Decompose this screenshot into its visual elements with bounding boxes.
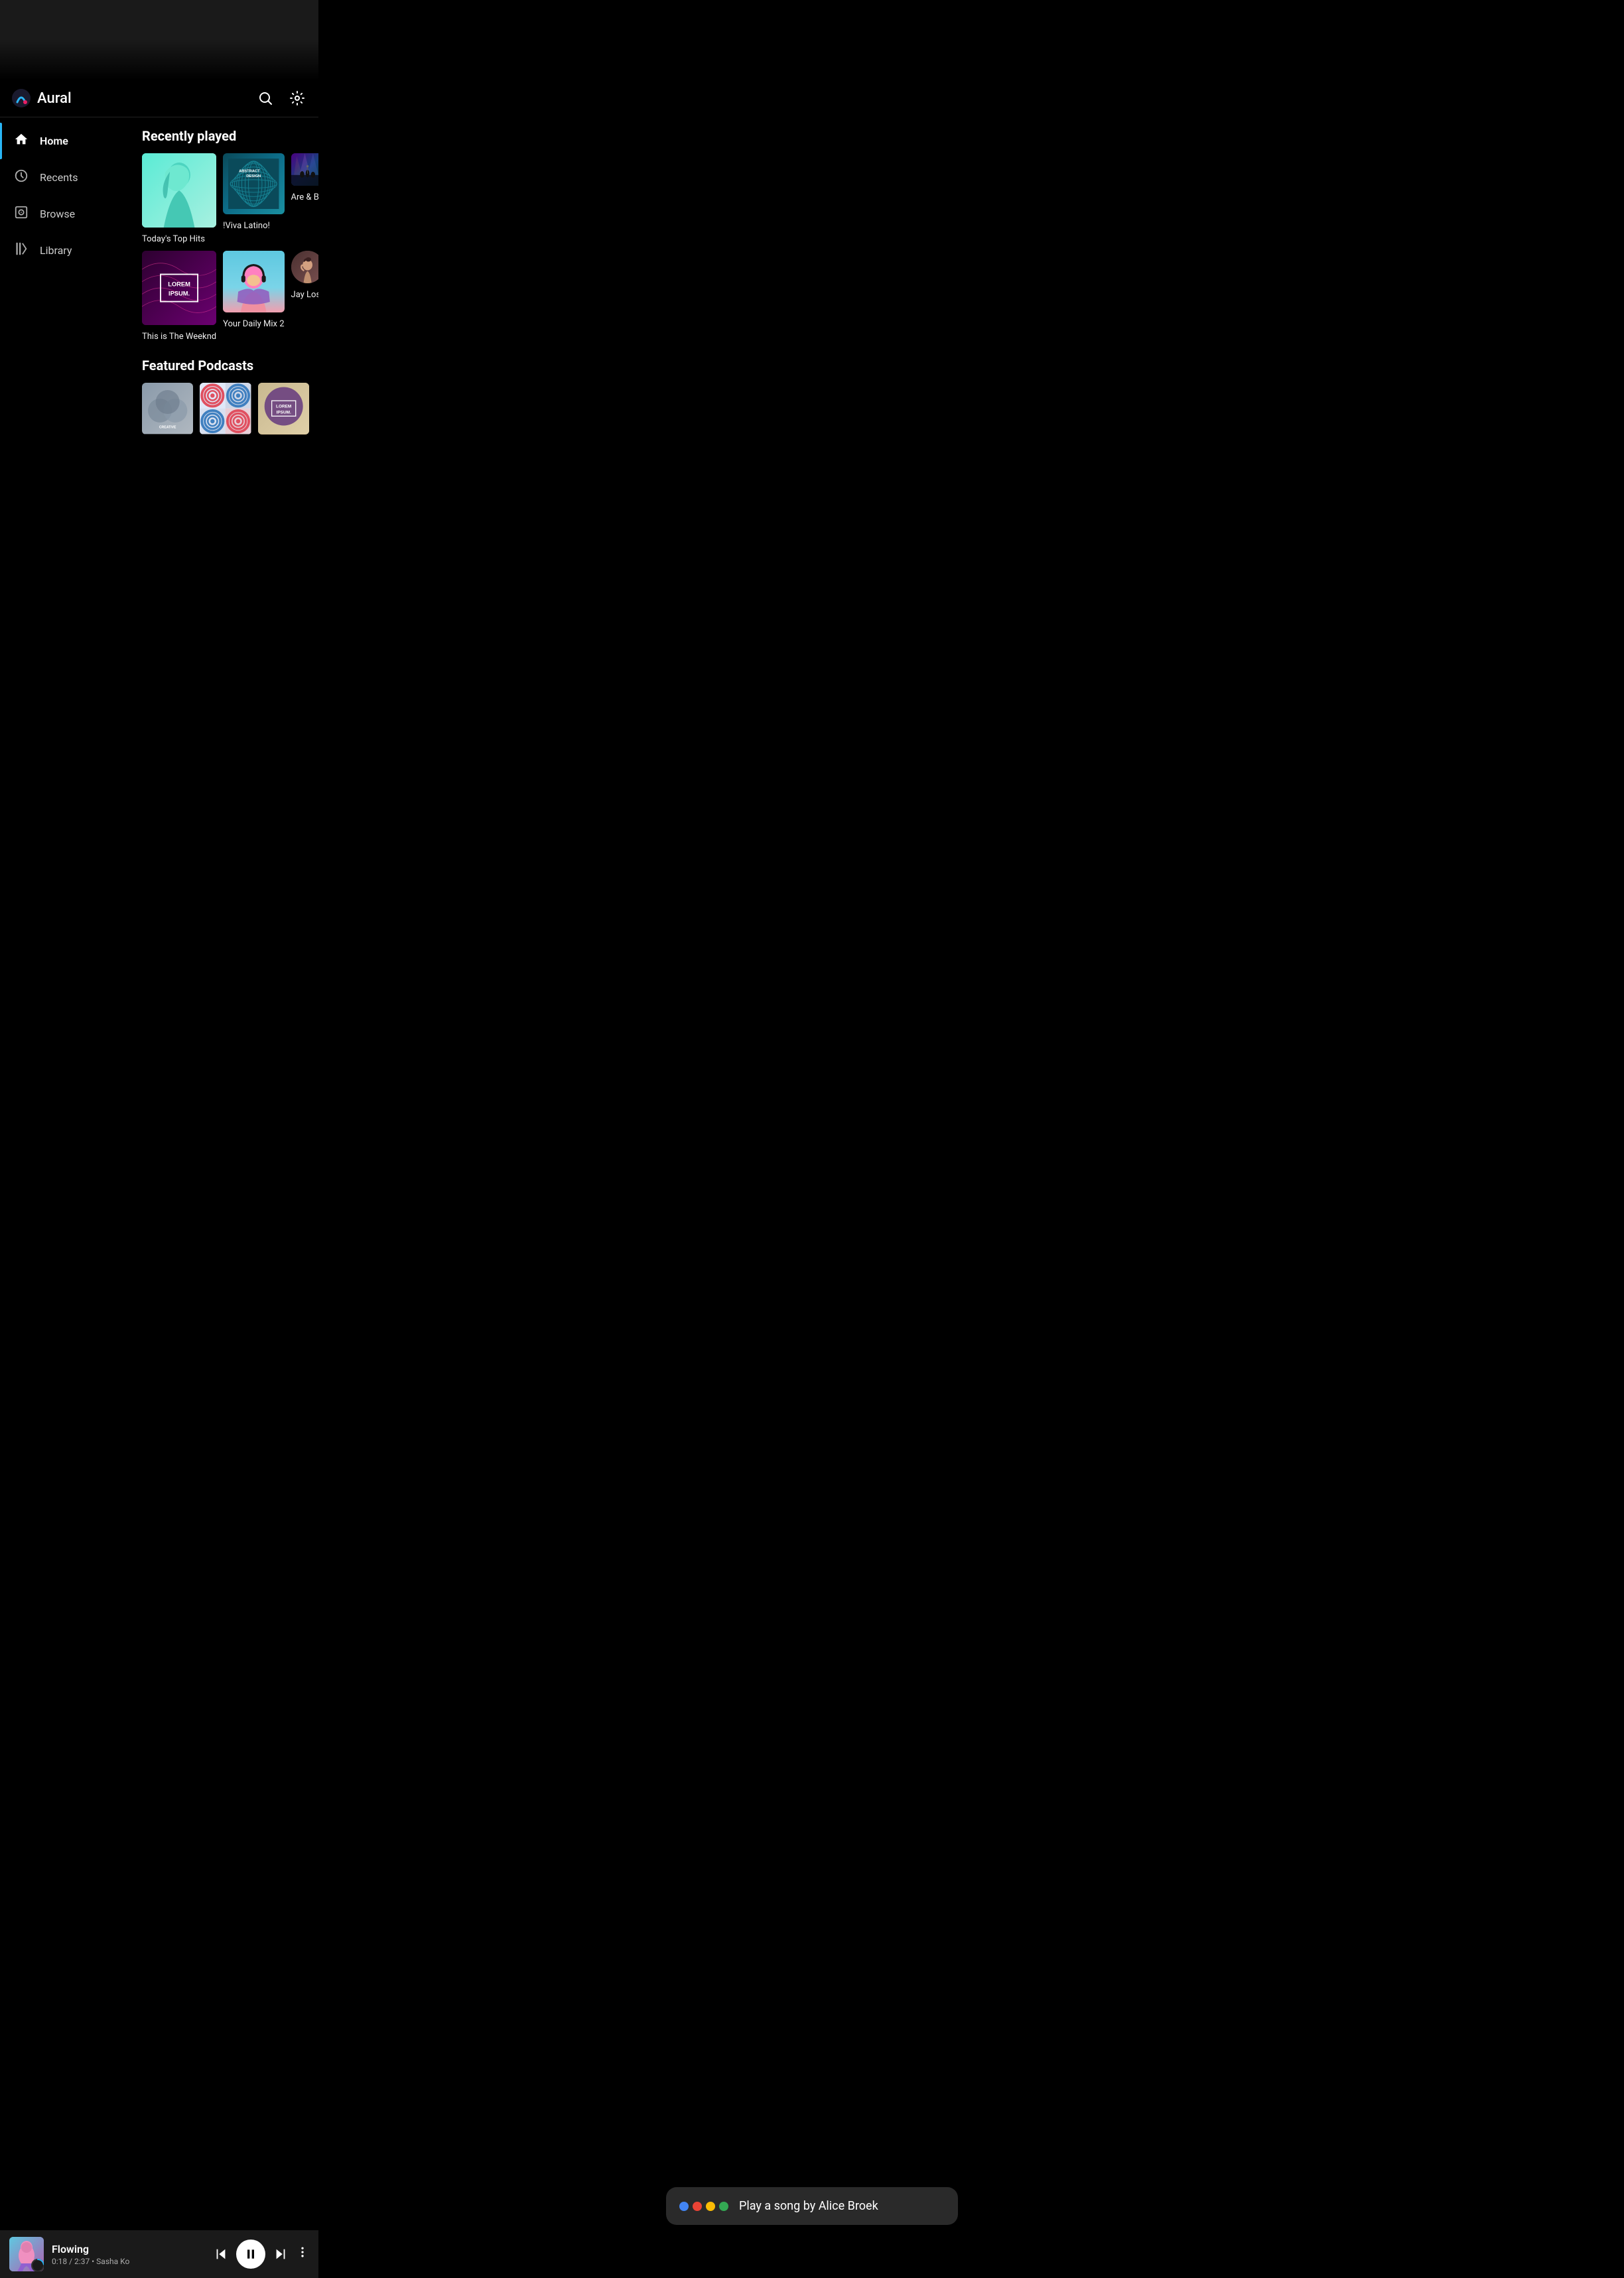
album-label-daily-mix-2: Your Daily Mix 2 xyxy=(223,319,284,329)
sidebar-label-home: Home xyxy=(40,135,68,147)
browse-icon xyxy=(13,205,29,223)
skip-back-icon xyxy=(214,2247,228,2261)
album-cover-top-hits xyxy=(142,153,216,228)
sidebar-label-browse: Browse xyxy=(40,208,75,220)
recently-played-section: Recently played xyxy=(142,128,309,342)
album-cover-jay-los xyxy=(291,251,318,283)
the-weeknd-art: LOREM IPSUM. xyxy=(142,251,216,325)
creative-art: CREATIVE xyxy=(142,383,193,434)
sidebar: Home Recents Browse Library xyxy=(0,117,133,2223)
album-daily-mix-2[interactable]: H Your Daily Mix 2 xyxy=(223,251,284,342)
top-hits-art xyxy=(142,153,216,228)
svg-text:LOREM: LOREM xyxy=(168,281,190,287)
pause-button[interactable] xyxy=(236,2240,265,2269)
featured-podcasts-grid: CREATIVE xyxy=(142,383,309,438)
recently-played-grid: Today's Top Hits xyxy=(142,153,309,342)
jay-los-art xyxy=(291,251,318,283)
podcast-lorem-ipsum[interactable]: LOREM IPSUM. xyxy=(258,383,309,438)
voice-dot-yellow xyxy=(706,2202,715,2211)
lorem-ipsum-2-art: LOREM IPSUM. xyxy=(258,383,309,434)
skip-back-button[interactable] xyxy=(214,2247,228,2261)
app-title: Aural xyxy=(37,90,72,107)
more-options-button[interactable] xyxy=(296,2245,309,2263)
recently-played-title: Recently played xyxy=(142,128,309,144)
search-icon xyxy=(257,90,273,106)
sidebar-item-library[interactable]: Library xyxy=(0,232,133,269)
home-icon xyxy=(13,132,29,150)
now-playing-bar: Flowing 0:18 / 2:37 • Sasha Ko xyxy=(0,2230,318,2278)
svg-text:LOREM: LOREM xyxy=(276,405,291,409)
voice-dot-blue xyxy=(679,2202,689,2211)
svg-text:IPSUM.: IPSUM. xyxy=(169,290,190,297)
album-cover-the-weeknd: LOREM IPSUM. xyxy=(142,251,216,325)
search-button[interactable] xyxy=(255,88,276,109)
status-bar-area xyxy=(0,0,318,80)
featured-podcasts-title: Featured Podcasts xyxy=(142,358,309,373)
album-label-are-be: Are & Be xyxy=(291,192,318,202)
podcast-creative[interactable]: CREATIVE xyxy=(142,383,193,438)
daily-mix-2-art: H xyxy=(223,251,284,312)
album-label-viva-latino: !Viva Latino! xyxy=(223,221,270,231)
pause-icon xyxy=(244,2247,257,2261)
album-label-jay-los: Jay Los xyxy=(291,290,318,300)
svg-text:IPSUM.: IPSUM. xyxy=(276,411,291,415)
podcast-cover-lorem-ipsum: LOREM IPSUM. xyxy=(258,383,309,434)
album-viva-latino[interactable]: ABSTRACT DESIGN !Viva Latino! xyxy=(223,153,284,244)
album-jay-los[interactable]: Jay Los xyxy=(291,251,318,342)
album-the-weeknd[interactable]: LOREM IPSUM. This is The Weeknd xyxy=(142,251,216,342)
are-be-art xyxy=(291,153,318,186)
voice-dot-green xyxy=(719,2202,728,2211)
album-label-the-weeknd: This is The Weeknd xyxy=(142,332,216,342)
now-playing-meta: 0:18 / 2:37 • Sasha Ko xyxy=(52,2257,206,2266)
now-playing-controls xyxy=(214,2240,309,2269)
skip-forward-icon xyxy=(273,2247,288,2261)
header-actions xyxy=(255,88,308,109)
main-layout: Home Recents Browse Library Recently pla… xyxy=(0,117,318,2223)
album-cover-viva-latino: ABSTRACT DESIGN xyxy=(223,153,284,214)
svg-text:ABSTRACT: ABSTRACT xyxy=(239,169,260,173)
album-top-hits[interactable]: Today's Top Hits xyxy=(142,153,216,244)
settings-button[interactable] xyxy=(287,88,308,109)
library-icon xyxy=(13,241,29,259)
voice-assistant-overlay[interactable]: Play a song by Alice Broek xyxy=(666,2187,958,2225)
app-logo-icon xyxy=(11,88,32,109)
svg-text:CREATIVE: CREATIVE xyxy=(159,426,176,430)
app-header: Aural xyxy=(0,80,318,117)
voice-assistant-text: Play a song by Alice Broek xyxy=(739,2199,945,2213)
album-cover-are-be xyxy=(291,153,318,186)
sidebar-item-home[interactable]: Home xyxy=(0,123,133,159)
sidebar-item-browse[interactable]: Browse xyxy=(0,196,133,232)
album-are-be[interactable]: Are & Be xyxy=(291,153,318,244)
voice-dot-red xyxy=(693,2202,702,2211)
featured-podcasts-section: Featured Podcasts xyxy=(142,358,309,438)
main-content: Recently played xyxy=(133,117,318,2223)
voice-dots xyxy=(679,2202,728,2211)
now-playing-thumbnail xyxy=(9,2237,44,2271)
circles-art xyxy=(200,383,251,434)
app-logo: Aural xyxy=(11,88,255,109)
podcast-cover-creative: CREATIVE xyxy=(142,383,193,434)
skip-forward-button[interactable] xyxy=(273,2247,288,2261)
now-playing-title: Flowing xyxy=(52,2243,206,2255)
now-playing-info: Flowing 0:18 / 2:37 • Sasha Ko xyxy=(52,2243,206,2266)
svg-text:DESIGN: DESIGN xyxy=(246,174,261,178)
sidebar-label-recents: Recents xyxy=(40,171,78,184)
podcast-circles[interactable] xyxy=(200,383,251,438)
more-options-icon xyxy=(296,2245,309,2259)
progress-ring xyxy=(31,2258,44,2271)
settings-icon xyxy=(289,90,305,106)
sidebar-item-recents[interactable]: Recents xyxy=(0,159,133,196)
recents-icon xyxy=(13,168,29,186)
album-cover-daily-mix-2: H xyxy=(223,251,284,312)
sidebar-label-library: Library xyxy=(40,244,72,257)
album-label-top-hits: Today's Top Hits xyxy=(142,234,205,244)
podcast-cover-circles xyxy=(200,383,251,434)
viva-latino-art: ABSTRACT DESIGN xyxy=(228,159,279,209)
